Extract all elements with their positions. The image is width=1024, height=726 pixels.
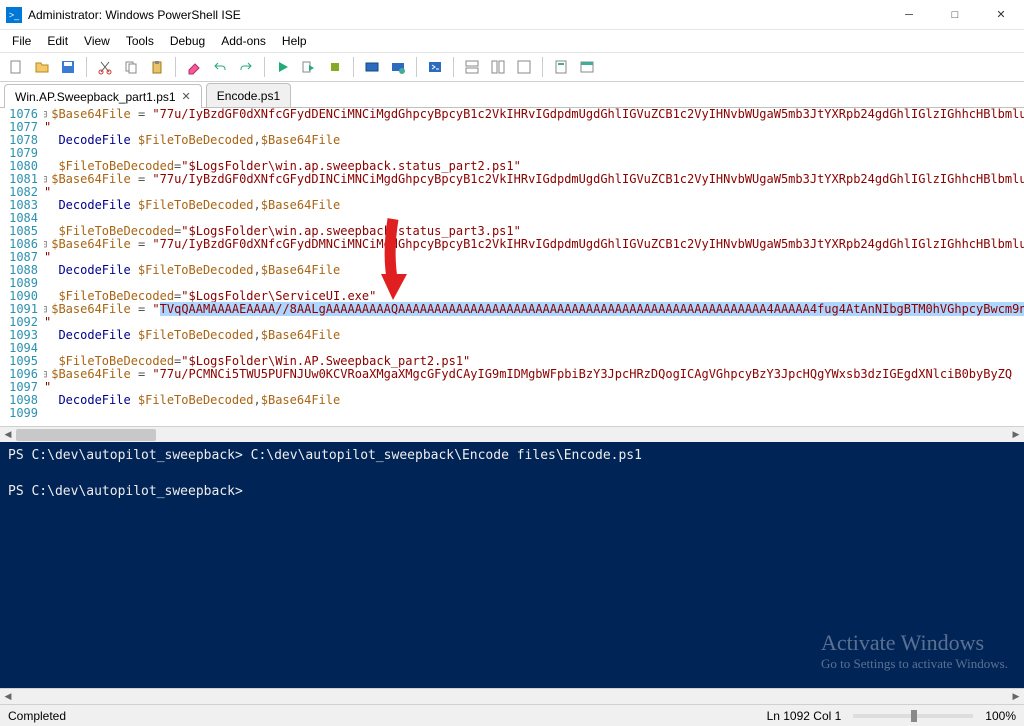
show-script-pane-right-icon[interactable] bbox=[486, 55, 510, 79]
show-command-window-icon[interactable] bbox=[575, 55, 599, 79]
new-icon[interactable] bbox=[4, 55, 28, 79]
scroll-right-icon[interactable]: ▶ bbox=[1008, 427, 1024, 443]
undo-icon[interactable] bbox=[208, 55, 232, 79]
show-script-pane-max-icon[interactable] bbox=[512, 55, 536, 79]
console-scrollbar-horizontal[interactable]: ◀ ▶ bbox=[0, 688, 1024, 704]
run-selection-icon[interactable] bbox=[297, 55, 321, 79]
watermark-title: Activate Windows bbox=[821, 630, 1008, 656]
menu-addons[interactable]: Add-ons bbox=[213, 32, 274, 50]
status-text: Completed bbox=[8, 709, 66, 723]
toolbar-separator bbox=[175, 57, 176, 77]
console-line: PS C:\dev\autopilot_sweepback> C:\dev\au… bbox=[8, 448, 1016, 466]
menu-edit[interactable]: Edit bbox=[39, 32, 76, 50]
menu-help[interactable]: Help bbox=[274, 32, 315, 50]
menubar: File Edit View Tools Debug Add-ons Help bbox=[0, 30, 1024, 52]
tab-label: Encode.ps1 bbox=[217, 89, 280, 103]
cut-icon[interactable] bbox=[93, 55, 117, 79]
line-numbers: 1076107710781079108010811082108310841085… bbox=[0, 108, 44, 426]
toolbar-separator bbox=[416, 57, 417, 77]
scroll-right-icon[interactable]: ▶ bbox=[1008, 689, 1024, 705]
editor-scrollbar-horizontal[interactable]: ◀ ▶ bbox=[0, 426, 1024, 442]
show-command-addon-icon[interactable] bbox=[549, 55, 573, 79]
run-icon[interactable] bbox=[271, 55, 295, 79]
cursor-position: Ln 1092 Col 1 bbox=[767, 709, 842, 723]
remote-session-icon[interactable] bbox=[386, 55, 410, 79]
minimize-button[interactable]: ─ bbox=[886, 0, 932, 30]
scroll-track[interactable] bbox=[16, 427, 1008, 443]
zoom-slider[interactable] bbox=[853, 714, 973, 718]
menu-tools[interactable]: Tools bbox=[118, 32, 162, 50]
show-script-pane-top-icon[interactable] bbox=[460, 55, 484, 79]
editor-pane[interactable]: 1076107710781079108010811082108310841085… bbox=[0, 108, 1024, 426]
close-button[interactable]: ✕ bbox=[978, 0, 1024, 30]
menu-file[interactable]: File bbox=[4, 32, 39, 50]
paste-icon[interactable] bbox=[145, 55, 169, 79]
tab-close-icon[interactable]: ✕ bbox=[182, 90, 191, 103]
open-icon[interactable] bbox=[30, 55, 54, 79]
save-icon[interactable] bbox=[56, 55, 80, 79]
titlebar: >_ Administrator: Windows PowerShell ISE… bbox=[0, 0, 1024, 30]
scroll-left-icon[interactable]: ◀ bbox=[0, 689, 16, 705]
toolbar-separator bbox=[86, 57, 87, 77]
maximize-button[interactable]: □ bbox=[932, 0, 978, 30]
toolbar-separator bbox=[264, 57, 265, 77]
watermark-subtitle: Go to Settings to activate Windows. bbox=[821, 656, 1008, 672]
toolbar-separator bbox=[453, 57, 454, 77]
menu-view[interactable]: View bbox=[76, 32, 118, 50]
console-line: PS C:\dev\autopilot_sweepback> bbox=[8, 484, 1016, 502]
tabstrip: Win.AP.Sweepback_part1.ps1 ✕ Encode.ps1 bbox=[0, 82, 1024, 108]
toolbar-separator bbox=[542, 57, 543, 77]
activate-windows-watermark: Activate Windows Go to Settings to activ… bbox=[821, 630, 1008, 672]
clear-icon[interactable] bbox=[182, 55, 206, 79]
menu-debug[interactable]: Debug bbox=[162, 32, 213, 50]
scroll-thumb[interactable] bbox=[16, 429, 156, 441]
app-icon: >_ bbox=[6, 7, 22, 23]
statusbar: Completed Ln 1092 Col 1 100% bbox=[0, 704, 1024, 726]
tab-label: Win.AP.Sweepback_part1.ps1 bbox=[15, 90, 176, 104]
toolbar bbox=[0, 52, 1024, 82]
redo-icon[interactable] bbox=[234, 55, 258, 79]
zoom-level: 100% bbox=[985, 709, 1016, 723]
console-pane[interactable]: PS C:\dev\autopilot_sweepback> C:\dev\au… bbox=[0, 442, 1024, 688]
tab-encode[interactable]: Encode.ps1 bbox=[206, 83, 291, 107]
scroll-left-icon[interactable]: ◀ bbox=[0, 427, 16, 443]
powershell-icon[interactable] bbox=[423, 55, 447, 79]
copy-icon[interactable] bbox=[119, 55, 143, 79]
console-line bbox=[8, 466, 1016, 484]
code-area[interactable]: ⊟$Base64File = "77u/IyBzdGF0dXNfcGFydDEN… bbox=[44, 108, 1024, 426]
new-remote-tab-icon[interactable] bbox=[360, 55, 384, 79]
window-title: Administrator: Windows PowerShell ISE bbox=[28, 8, 886, 22]
toolbar-separator bbox=[353, 57, 354, 77]
window-buttons: ─ □ ✕ bbox=[886, 0, 1024, 30]
tab-sweepback[interactable]: Win.AP.Sweepback_part1.ps1 ✕ bbox=[4, 84, 202, 108]
scroll-track[interactable] bbox=[16, 689, 1008, 705]
stop-icon[interactable] bbox=[323, 55, 347, 79]
